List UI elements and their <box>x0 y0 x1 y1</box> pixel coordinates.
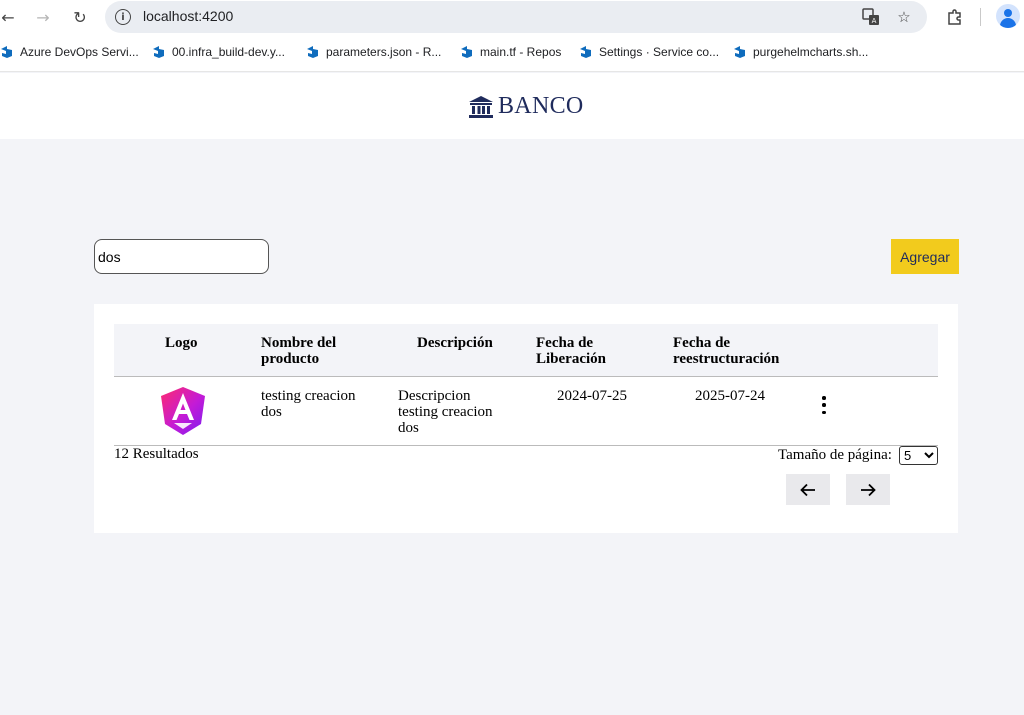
bookmark-item[interactable]: Azure DevOps Servi... <box>0 45 139 59</box>
row-menu-icon[interactable] <box>819 396 829 414</box>
brand-name: BANCO <box>498 93 584 119</box>
bookmark-item[interactable]: purgehelmcharts.sh... <box>733 45 868 59</box>
reload-icon[interactable]: ↻ <box>67 4 93 30</box>
azure-devops-icon <box>307 46 318 58</box>
arrow-left-icon <box>800 483 815 496</box>
search-input[interactable] <box>94 239 269 274</box>
header-description: Descripción <box>417 335 493 351</box>
angular-logo-icon <box>161 387 205 435</box>
bookmark-item[interactable]: Settings · Service co... <box>579 45 719 59</box>
brand-logo: BANCO <box>468 93 584 120</box>
next-page-button[interactable] <box>846 474 890 505</box>
bookmark-item[interactable]: parameters.json - R... <box>306 45 441 59</box>
product-description: Descripcion testing creacion dos <box>398 388 493 436</box>
address-bar[interactable]: i localhost:4200 A ☆ <box>105 1 927 33</box>
extensions-icon[interactable] <box>943 5 967 29</box>
products-card: Logo Nombre del producto Descripción Fec… <box>94 304 958 533</box>
azure-devops-icon <box>1 46 12 58</box>
header-release-date: Fecha de Liberación <box>536 335 606 367</box>
svg-text:A: A <box>872 17 877 25</box>
bookmarks-bar: Azure DevOps Servi... 00.infra_build-dev… <box>0 34 1024 72</box>
site-info-icon[interactable]: i <box>115 9 131 25</box>
azure-devops-icon <box>153 46 164 58</box>
arrow-right-icon <box>861 483 876 496</box>
product-restructure-date: 2025-07-24 <box>695 388 765 404</box>
browser-toolbar: ← → ↻ i localhost:4200 A ☆ <box>0 0 1024 34</box>
address-url[interactable]: localhost:4200 <box>143 8 233 24</box>
star-icon[interactable]: ☆ <box>894 7 914 27</box>
bookmark-item[interactable]: 00.infra_build-dev.y... <box>152 45 285 59</box>
forward-arrow-icon[interactable]: → <box>30 4 56 30</box>
page-size-label: Tamaño de página: <box>778 447 892 463</box>
profile-avatar-icon[interactable] <box>996 4 1020 28</box>
app-header: BANCO <box>0 73 1024 139</box>
bookmark-label: purgehelmcharts.sh... <box>753 45 869 59</box>
bank-icon <box>469 95 493 118</box>
translate-icon[interactable]: A <box>861 7 881 27</box>
add-button[interactable]: Agregar <box>891 239 959 274</box>
header-restructure-date: Fecha de reestructuración <box>673 335 780 367</box>
bookmark-label: main.tf - Repos <box>480 45 562 59</box>
previous-page-button[interactable] <box>786 474 830 505</box>
header-product-name: Nombre del producto <box>261 335 337 367</box>
header-logo: Logo <box>165 335 198 351</box>
bookmark-label: Settings · Service co... <box>599 45 720 59</box>
results-count: 12 Resultados <box>114 446 199 462</box>
table-row: testing creacion dos Descripcion testing… <box>114 377 938 446</box>
back-arrow-icon[interactable]: ← <box>0 4 21 30</box>
toolbar-divider <box>980 8 981 26</box>
azure-devops-icon <box>461 46 472 58</box>
bookmark-label: parameters.json - R... <box>326 45 442 59</box>
table-header: Logo Nombre del producto Descripción Fec… <box>114 324 938 377</box>
page-size-select[interactable]: 5 <box>899 446 938 465</box>
azure-devops-icon <box>734 46 745 58</box>
bookmark-item[interactable]: main.tf - Repos <box>460 45 561 59</box>
product-release-date: 2024-07-25 <box>557 388 627 404</box>
azure-devops-icon <box>580 46 591 58</box>
bookmark-label: Azure DevOps Servi... <box>20 45 139 59</box>
product-name: testing creacion dos <box>261 388 356 420</box>
bookmark-label: 00.infra_build-dev.y... <box>172 45 285 59</box>
